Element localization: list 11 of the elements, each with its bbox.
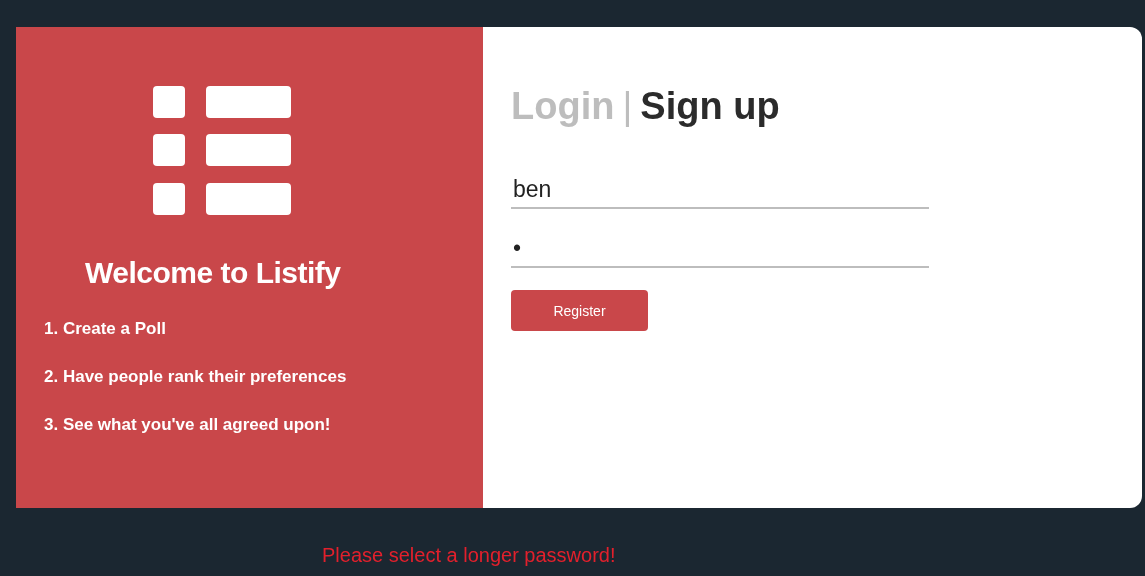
welcome-title: Welcome to Listify xyxy=(85,256,341,290)
register-button[interactable]: Register xyxy=(511,290,648,331)
tab-separator: | xyxy=(622,85,633,128)
step-text: 3. See what you've all agreed upon! xyxy=(44,414,331,436)
step-text: 1. Create a Poll xyxy=(44,318,166,340)
input-field[interactable]: ben xyxy=(511,172,929,209)
error-message: Please select a longer password! xyxy=(322,544,617,567)
tab[interactable]: Sign up xyxy=(640,85,780,128)
step-text: 2. Have people rank their preferences xyxy=(44,366,347,388)
list-icon xyxy=(153,86,291,216)
input-field[interactable]: • xyxy=(511,231,929,268)
